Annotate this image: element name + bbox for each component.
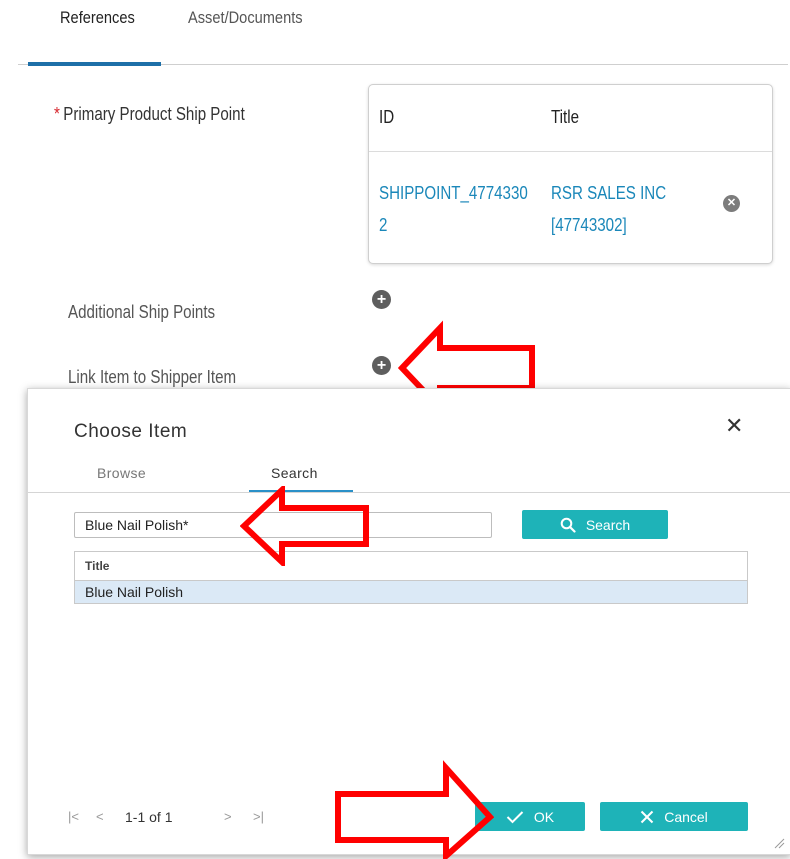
resize-grip-icon[interactable] bbox=[773, 837, 785, 849]
close-icon[interactable]: ✕ bbox=[725, 413, 743, 439]
cancel-button-label: Cancel bbox=[664, 808, 708, 825]
check-icon bbox=[506, 810, 524, 823]
tab-references[interactable]: References bbox=[60, 8, 135, 28]
annotation-arrow-right-icon bbox=[335, 760, 494, 859]
required-indicator: * bbox=[54, 104, 60, 124]
search-button[interactable]: Search bbox=[522, 510, 668, 539]
table-row[interactable]: Blue Nail Polish bbox=[75, 581, 747, 603]
remove-ship-point-icon[interactable]: ✕ bbox=[723, 195, 740, 212]
link-item-label: Link Item to Shipper Item bbox=[68, 367, 237, 387]
ship-point-title-link[interactable]: RSR SALES INC [47743302] bbox=[551, 177, 666, 241]
tab-asset-documents[interactable]: Asset/Documents bbox=[188, 8, 303, 28]
first-page-button[interactable]: |< bbox=[68, 809, 79, 824]
column-header-id: ID bbox=[379, 107, 395, 127]
annotation-arrow-left-icon bbox=[240, 486, 369, 566]
reference-tabs: References Asset/Documents bbox=[18, 0, 788, 66]
search-icon bbox=[560, 517, 576, 533]
ship-point-table: ID Title SHIPPOINT_4774330 2 RSR SALES I… bbox=[368, 84, 773, 264]
table-header: ID Title bbox=[369, 85, 772, 152]
ship-point-id-link[interactable]: SHIPPOINT_4774330 2 bbox=[379, 177, 528, 241]
additional-ship-points-label: Additional Ship Points bbox=[68, 302, 216, 322]
dialog-tabs-divider bbox=[28, 492, 790, 493]
add-ship-point-plus-icon[interactable]: + bbox=[372, 290, 391, 309]
results-header-title: Title bbox=[75, 552, 747, 581]
dialog-title: Choose Item bbox=[74, 421, 188, 442]
prev-page-button[interactable]: < bbox=[96, 809, 104, 824]
add-link-item-plus-icon[interactable]: + bbox=[372, 356, 391, 375]
column-header-title: Title bbox=[551, 107, 580, 127]
next-page-button[interactable]: > bbox=[224, 809, 232, 824]
ok-button-label: OK bbox=[533, 808, 555, 825]
active-tab-indicator bbox=[28, 62, 161, 66]
cancel-button[interactable]: Cancel bbox=[600, 802, 748, 831]
tab-browse[interactable]: Browse bbox=[97, 465, 146, 481]
x-icon bbox=[640, 810, 654, 823]
results-table: Title Blue Nail Polish bbox=[74, 551, 748, 604]
search-button-label: Search bbox=[585, 516, 631, 533]
annotation-arrow-left-icon bbox=[398, 320, 535, 396]
last-page-button[interactable]: >| bbox=[253, 809, 264, 824]
primary-ship-point-label: * Primary Product Ship Point bbox=[54, 104, 245, 124]
page-info: 1-1 of 1 bbox=[125, 809, 173, 825]
tab-search[interactable]: Search bbox=[271, 465, 318, 481]
